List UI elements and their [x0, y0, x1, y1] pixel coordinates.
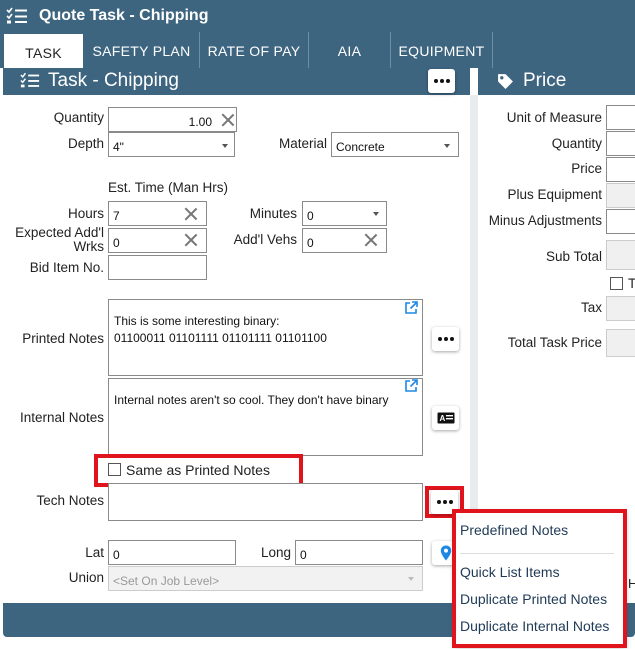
tab-aia[interactable]: AIA [309, 32, 391, 68]
union-label: Union [68, 570, 104, 585]
task-panel-title: Task - Chipping [48, 70, 179, 91]
window-title: Quote Task - Chipping [39, 7, 209, 24]
chevron-down-icon [408, 577, 414, 581]
tab-task[interactable]: TASK [3, 33, 84, 69]
external-link-icon[interactable] [404, 379, 418, 393]
chevron-down-icon [373, 212, 379, 216]
same-as-printed-label[interactable]: Same as Printed Notes [126, 462, 270, 478]
long-input[interactable]: 0 [295, 540, 423, 565]
plus-equipment-label: Plus Equipment [507, 187, 602, 202]
bid-item-input[interactable] [108, 255, 207, 280]
est-time-heading: Est. Time (Man Hrs) [108, 180, 229, 195]
same-as-printed-checkbox[interactable] [108, 463, 121, 476]
long-label: Long [260, 545, 291, 560]
tab-bar: TASK SAFETY PLAN RATE OF PAY AIA EQUIPME… [0, 32, 635, 69]
bid-item-label: Bid Item No. [29, 260, 104, 275]
price-input[interactable] [606, 157, 635, 182]
external-link-icon[interactable] [404, 301, 418, 315]
id-card-button[interactable]: A [432, 406, 459, 430]
price-panel-title: Price [523, 70, 567, 91]
minus-adjustments-label: Minus Adjustments [488, 213, 602, 228]
list-check-icon [20, 72, 40, 88]
task-more-button[interactable] [428, 69, 455, 93]
total-task-price-value [606, 329, 635, 357]
material-label: Material [278, 136, 327, 151]
taxable-checkbox[interactable] [610, 277, 623, 290]
list-check-icon [6, 7, 27, 24]
minutes-label: Minutes [249, 206, 297, 221]
printed-notes-label: Printed Notes [22, 331, 104, 346]
tab-rate-of-pay[interactable]: RATE OF PAY [200, 32, 309, 68]
price-quantity-label: Quantity [551, 136, 602, 151]
title-bar: Quote Task - Chipping [0, 0, 635, 32]
printed-notes-more-button[interactable] [432, 327, 459, 351]
plus-equipment-input [606, 183, 635, 208]
tech-notes-textarea[interactable] [108, 483, 423, 521]
expected-addl-wrks-label: Expected Add'l Wrks [15, 225, 104, 254]
hours-label: Hours [67, 206, 104, 221]
close-icon[interactable] [184, 233, 198, 247]
depth-label: Depth [67, 136, 104, 151]
material-select[interactable]: Concrete [331, 132, 459, 157]
highlight-notes-menu [452, 509, 627, 648]
union-select[interactable]: <Set On Job Level> [108, 566, 423, 591]
tax-label: Tax [580, 300, 602, 315]
chevron-down-icon [444, 144, 450, 148]
internal-notes-textarea[interactable]: Internal notes aren't so cool. They don'… [108, 378, 423, 456]
total-task-price-label: Total Task Price [507, 335, 602, 350]
minus-adjustments-input[interactable] [606, 209, 635, 234]
close-icon[interactable] [364, 233, 378, 247]
close-icon[interactable] [221, 113, 235, 127]
addl-vehs-label: Add'l Vehs [233, 232, 297, 247]
price-label: Price [571, 161, 602, 176]
tab-safety-plan[interactable]: SAFETY PLAN [84, 32, 200, 68]
tech-notes-label: Tech Notes [36, 493, 104, 508]
unit-of-measure-label: Unit of Measure [506, 110, 602, 125]
price-quantity-input[interactable] [606, 131, 635, 156]
taxable-label: T [628, 276, 635, 291]
tag-icon [498, 74, 513, 89]
task-panel-header: Task - Chipping [3, 68, 470, 95]
tab-equipment[interactable]: EQUIPMENT [391, 32, 493, 68]
svg-text:A: A [439, 414, 445, 423]
price-panel-header: Price [478, 68, 635, 95]
unit-of-measure-input[interactable] [606, 105, 635, 130]
lat-label: Lat [85, 545, 104, 560]
quantity-input[interactable]: 1.00 [108, 107, 237, 132]
printed-notes-textarea[interactable]: This is some interesting binary: 0110001… [108, 299, 423, 376]
chevron-down-icon [222, 144, 228, 148]
close-icon[interactable] [184, 207, 198, 221]
tax-value [606, 296, 635, 321]
cut-label: H [628, 576, 635, 591]
lat-input[interactable]: 0 [108, 540, 236, 565]
location-pin-icon [440, 545, 451, 561]
id-card-icon: A [437, 412, 454, 424]
sub-total-label: Sub Total [545, 249, 602, 264]
quantity-label: Quantity [53, 110, 104, 125]
depth-select[interactable]: 4" [108, 132, 235, 157]
sub-total-value [606, 240, 635, 270]
internal-notes-label: Internal Notes [19, 410, 104, 425]
